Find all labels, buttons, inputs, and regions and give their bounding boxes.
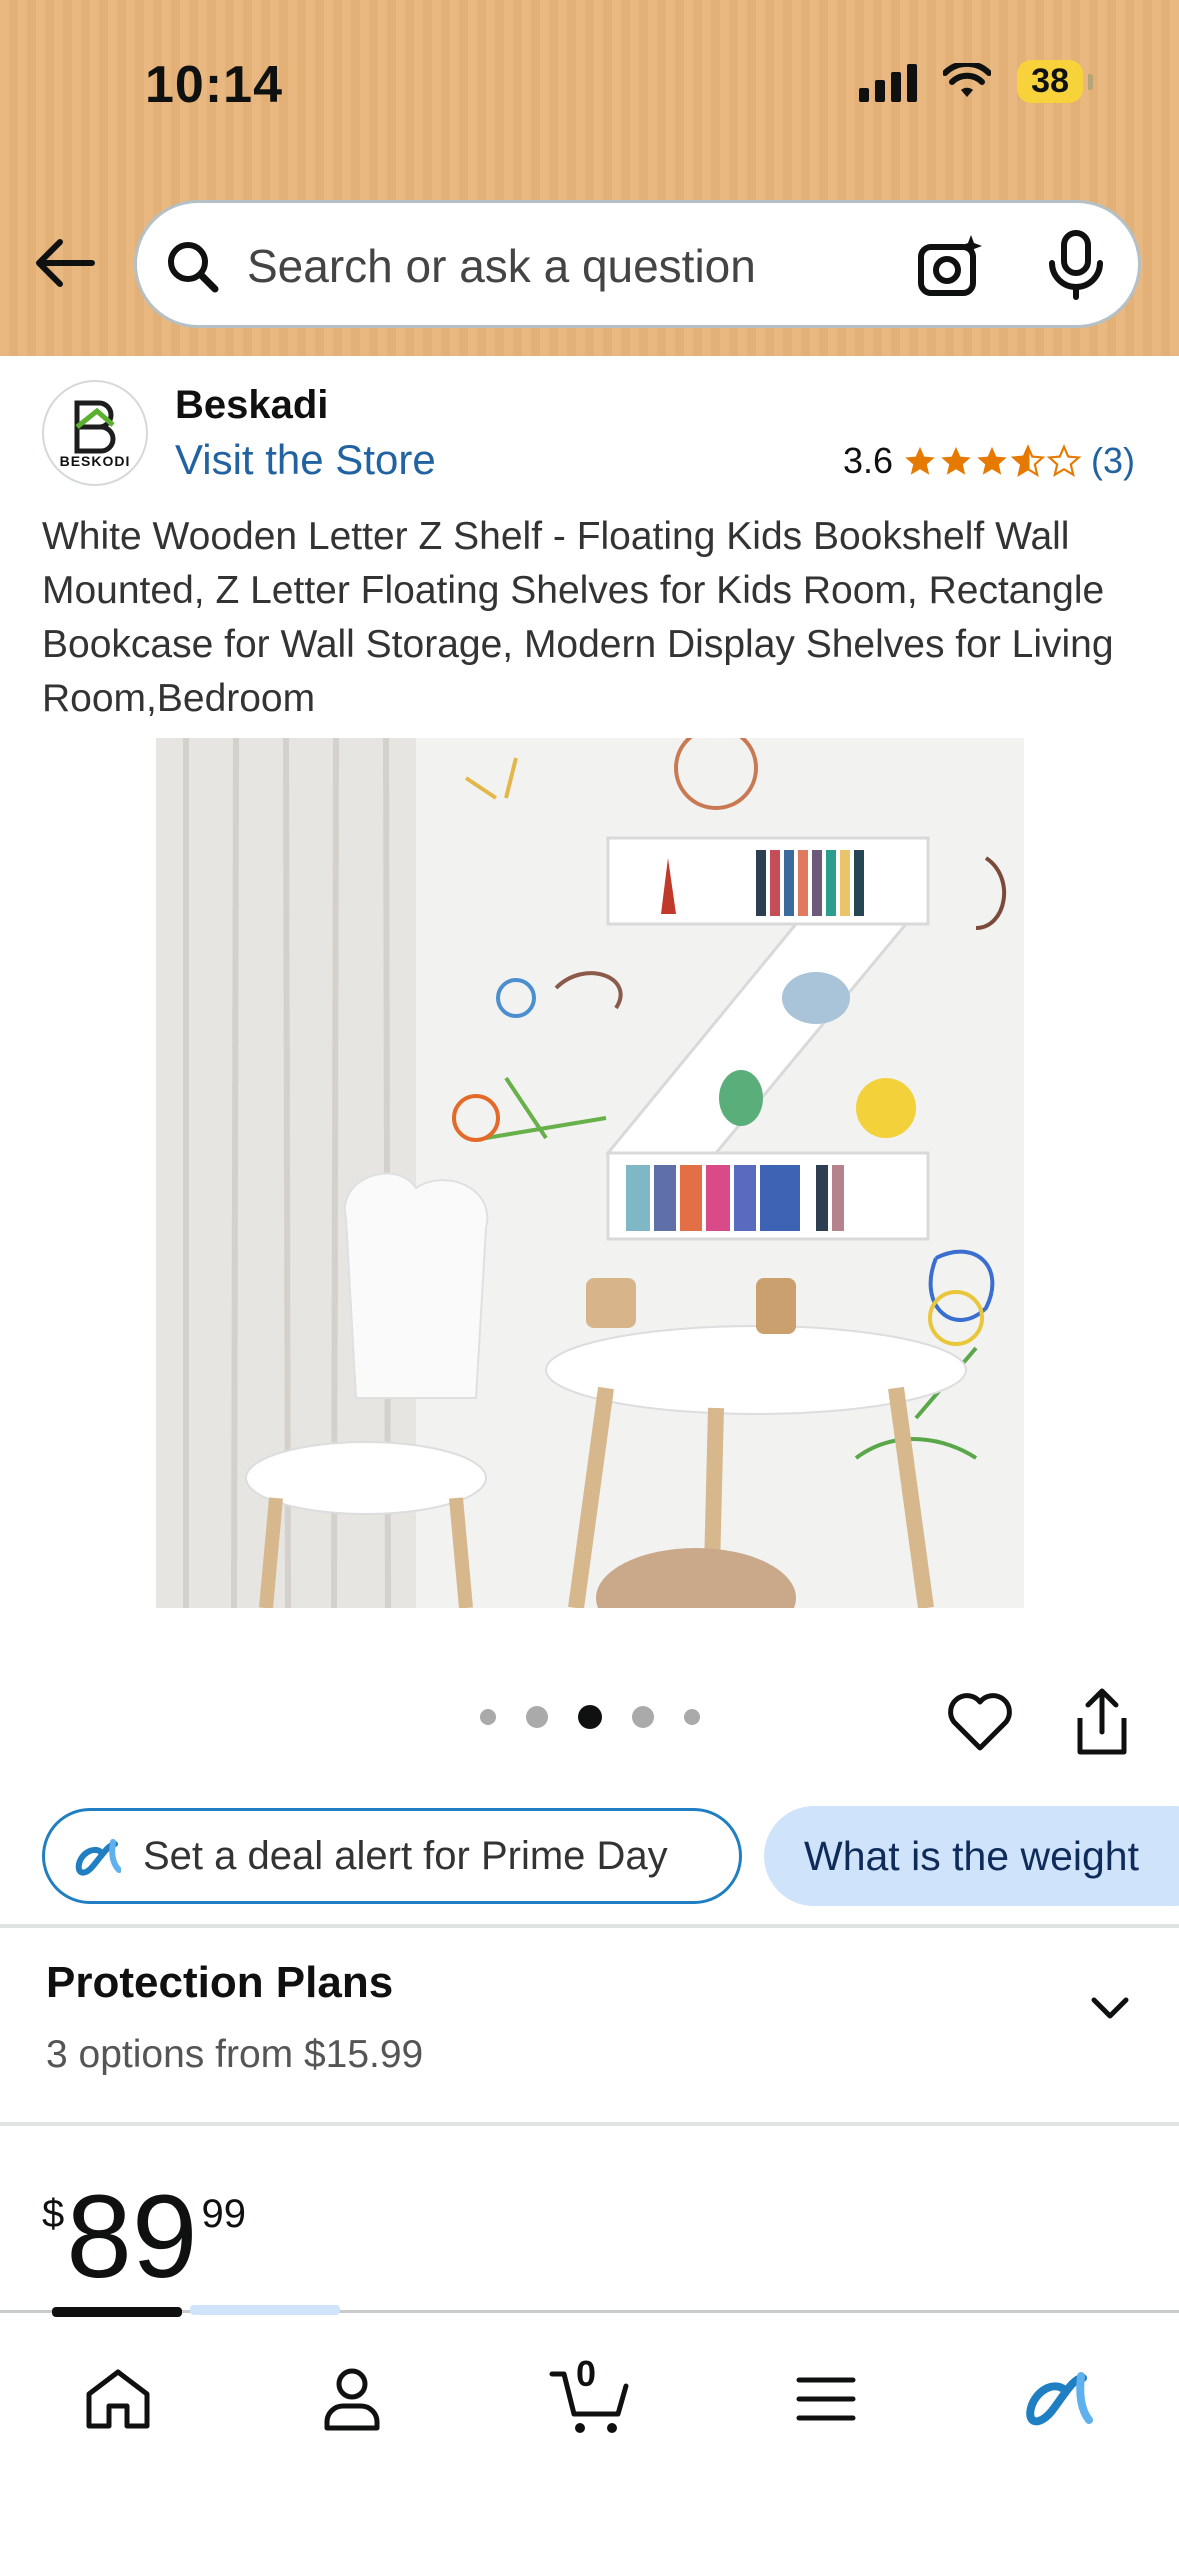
cellular-signal-icon <box>859 62 918 102</box>
rufus-logo-icon <box>75 1839 121 1876</box>
price-fraction: 99 <box>201 2192 247 2236</box>
account-icon <box>324 2368 380 2431</box>
search-bar[interactable]: Search or ask a question <box>134 200 1141 328</box>
rating-summary[interactable]: 3.6 (3) <box>843 440 1135 482</box>
heart-icon[interactable] <box>946 1688 1014 1756</box>
nav-menu[interactable] <box>776 2349 876 2449</box>
brand-logo-text: BESKODI <box>59 453 131 469</box>
price-symbol: $ <box>42 2192 65 2236</box>
protection-plans-title[interactable]: Protection Plans <box>46 1958 393 2008</box>
deal-alert-label: Set a deal alert for Prime Day <box>143 1833 668 1878</box>
carousel-dot[interactable] <box>526 1706 548 1728</box>
brand-logo[interactable]: BESKODI <box>42 380 148 486</box>
menu-icon <box>796 2377 856 2421</box>
active-tab-indicator <box>52 2307 182 2317</box>
carousel-dot[interactable] <box>632 1706 654 1728</box>
search-icon <box>168 242 219 293</box>
nav-overlay-indicator <box>190 2305 340 2315</box>
app-header: 10:14 38 Search or ask a question <box>0 0 1179 356</box>
price-whole: 89 <box>66 2171 198 2303</box>
nav-home[interactable] <box>68 2349 168 2449</box>
star-full-icon <box>941 446 971 475</box>
nav-rufus[interactable] <box>1008 2349 1108 2449</box>
brand-name: Beskadi <box>175 383 329 427</box>
star-empty-icon <box>1047 444 1081 477</box>
price: $ 89 99 <box>42 2178 246 2296</box>
suggested-question-label: What is the weight <box>804 1832 1139 1879</box>
carousel-dot[interactable] <box>480 1709 496 1725</box>
chevron-down-icon[interactable] <box>1084 1982 1136 2034</box>
status-time: 10:14 <box>145 56 283 114</box>
product-image[interactable] <box>156 738 1024 1608</box>
product-title: White Wooden Letter Z Shelf - Floating K… <box>42 515 1114 720</box>
rating-value: 3.6 <box>842 440 893 481</box>
rufus-icon <box>1026 2372 1093 2426</box>
star-full-icon <box>905 446 935 475</box>
protection-plans-subtitle: 3 options from $15.99 <box>46 2033 424 2076</box>
nav-cart[interactable]: 0 <box>540 2349 640 2449</box>
cart-count: 0 <box>576 2353 597 2394</box>
nav-account[interactable] <box>302 2349 402 2449</box>
camera-search-icon[interactable] <box>915 231 987 303</box>
deal-alert-chip[interactable]: Set a deal alert for Prime Day <box>42 1808 742 1904</box>
bottom-navigation: 0 <box>0 2305 1179 2556</box>
back-arrow-icon[interactable] <box>30 228 100 298</box>
wifi-icon <box>943 62 992 97</box>
suggested-question-chip[interactable]: What is the weight <box>764 1806 1179 1906</box>
carousel-dot[interactable] <box>684 1709 700 1725</box>
battery-indicator: 38 <box>1017 60 1093 103</box>
image-carousel-dots[interactable] <box>480 1705 700 1729</box>
section-divider <box>0 1924 1179 1928</box>
section-divider <box>0 2122 1179 2126</box>
share-icon[interactable] <box>1072 1686 1132 1758</box>
carousel-dot-active[interactable] <box>578 1705 602 1729</box>
search-input[interactable]: Search or ask a question <box>247 239 756 293</box>
beskadi-logo-icon <box>74 400 116 454</box>
star-full-icon <box>977 446 1007 475</box>
status-icons: 38 <box>859 60 1093 103</box>
home-icon <box>86 2369 150 2429</box>
visit-store-link[interactable]: Visit the Store <box>175 436 436 484</box>
product-photo-illustration <box>156 738 1024 1608</box>
star-rating <box>903 444 1081 478</box>
star-half-icon <box>1011 444 1045 477</box>
rating-count[interactable]: (3) <box>1091 440 1135 482</box>
microphone-icon[interactable] <box>1043 229 1109 301</box>
